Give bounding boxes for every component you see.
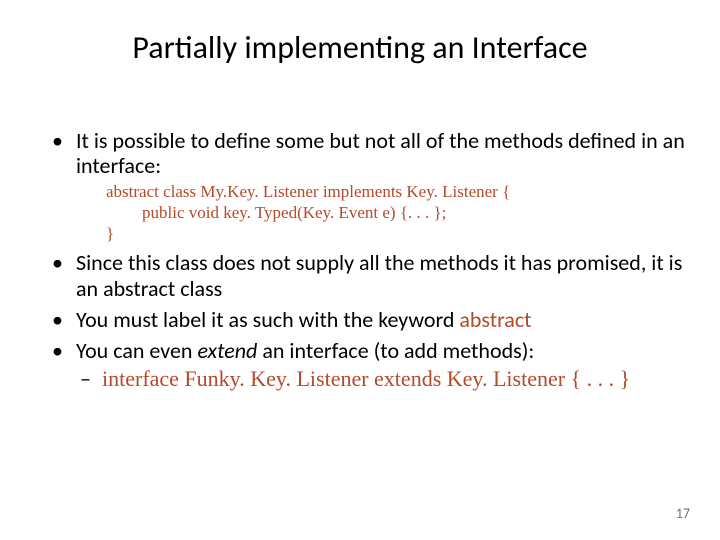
slide-title: Partially implementing an Interface xyxy=(0,28,720,67)
bullet-3-keyword: abstract xyxy=(459,306,531,333)
sub-bullet-1: interface Funky. Key. Listener extends K… xyxy=(76,366,686,391)
code-line-3: } xyxy=(106,223,686,244)
bullet-2-text: Since this class does not supply all the… xyxy=(76,249,682,301)
code-block: abstract class My.Key. Listener implemen… xyxy=(106,181,686,245)
code-line-1: abstract class My.Key. Listener implemen… xyxy=(106,181,686,202)
sub-bullet-list: interface Funky. Key. Listener extends K… xyxy=(76,366,686,391)
bullet-1: It is possible to define some but not al… xyxy=(46,128,686,244)
bullet-list: It is possible to define some but not al… xyxy=(46,128,686,391)
code-line-2: public void key. Typed(Key. Event e) {. … xyxy=(106,202,686,223)
bullet-3: You must label it as such with the keywo… xyxy=(46,307,686,332)
bullet-4-em: extend xyxy=(197,337,257,364)
page-number: 17 xyxy=(676,505,690,522)
bullet-2: Since this class does not supply all the… xyxy=(46,250,686,301)
slide-body: It is possible to define some but not al… xyxy=(46,128,686,397)
slide: Partially implementing an Interface It i… xyxy=(0,0,720,540)
bullet-3-pre: You must label it as such with the keywo… xyxy=(76,306,459,333)
bullet-4-pre: You can even xyxy=(76,337,197,364)
bullet-1-text: It is possible to define some but not al… xyxy=(76,127,685,179)
sub-bullet-1-code: interface Funky. Key. Listener extends K… xyxy=(102,366,630,391)
bullet-4-post: an interface (to add methods): xyxy=(257,337,534,364)
bullet-4: You can even extend an interface (to add… xyxy=(46,338,686,391)
